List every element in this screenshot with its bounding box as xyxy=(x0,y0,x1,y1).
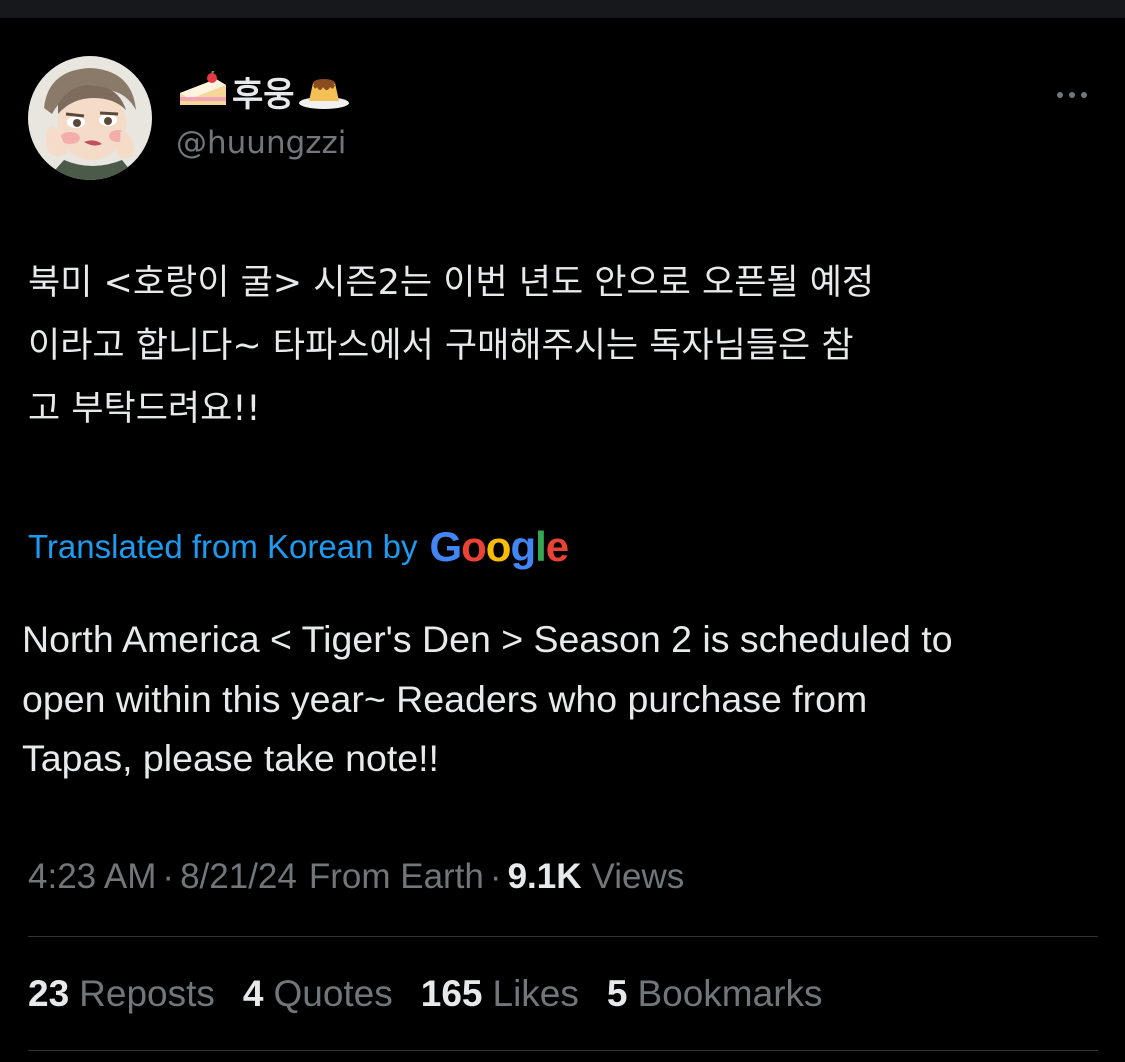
google-logo-letter: l xyxy=(535,523,547,570)
reposts-count: 23 xyxy=(28,973,70,1014)
translated-text: North America < Tiger's Den > Season 2 i… xyxy=(22,610,1102,789)
divider xyxy=(28,1050,1098,1051)
cake-slice-icon xyxy=(176,71,230,111)
google-logo-letter: g xyxy=(510,523,536,570)
views-count[interactable]: 9.1K xyxy=(508,857,582,897)
tweet-text-line: 고 부탁드려요!! xyxy=(28,389,261,429)
translated-text-line: North America < Tiger's Den > Season 2 i… xyxy=(22,618,953,660)
translation-attribution-link[interactable]: Translated from Korean by Google xyxy=(28,520,569,574)
meta-separator: · xyxy=(162,857,175,896)
more-dot-icon xyxy=(1069,92,1075,98)
google-logo: Google xyxy=(429,523,569,571)
reposts-label: Reposts xyxy=(79,973,215,1014)
tweet-meta: 4:23 AM · 8/21/24 From Earth · 9.1K View… xyxy=(28,852,684,902)
top-strip xyxy=(0,0,1125,18)
quotes-label: Quotes xyxy=(273,973,393,1014)
meta-separator: · xyxy=(489,857,502,896)
views-label: Views xyxy=(591,857,685,896)
likes-stat[interactable]: 165 Likes xyxy=(421,973,579,1015)
quotes-stat[interactable]: 4 Quotes xyxy=(243,973,393,1015)
divider xyxy=(28,936,1098,937)
likes-label: Likes xyxy=(492,973,579,1014)
google-logo-letter: e xyxy=(545,523,569,570)
tweet-time[interactable]: 4:23 AM xyxy=(28,857,156,897)
more-dot-icon xyxy=(1081,92,1087,98)
bookmarks-count: 5 xyxy=(606,973,628,1014)
translated-text-line: open within this year~ Readers who purch… xyxy=(22,677,868,720)
likes-count: 165 xyxy=(420,973,483,1014)
more-dot-icon xyxy=(1057,92,1063,98)
more-options-button[interactable] xyxy=(1044,78,1100,112)
google-logo-letter: o xyxy=(461,523,487,570)
pudding-icon xyxy=(297,71,351,111)
avatar-illustration xyxy=(28,56,152,180)
translated-from-label: Translated from Korean by xyxy=(28,528,418,565)
translated-text-line: Tapas, please take note!! xyxy=(22,737,439,779)
google-logo-letter: o xyxy=(485,523,512,570)
tweet-text-line: 북미 <호랑이 굴> 시즌2는 이번 년도 안으로 오픈될 예정 xyxy=(28,263,875,303)
display-name[interactable]: 후웅 xyxy=(176,66,351,116)
reposts-stat[interactable]: 23 Reposts xyxy=(28,973,215,1015)
tweet-date[interactable]: 8/21/24 xyxy=(180,857,297,897)
tweet-text: 북미 <호랑이 굴> 시즌2는 이번 년도 안으로 오픈될 예정 이라고 합니다… xyxy=(28,252,1098,441)
tweet-source: From Earth xyxy=(308,857,484,896)
engagement-stats: 23 Reposts 4 Quotes 165 Likes 5 Bookmark… xyxy=(28,966,851,1022)
quotes-count: 4 xyxy=(242,973,264,1014)
bookmarks-stat[interactable]: 5 Bookmarks xyxy=(607,973,823,1015)
bookmarks-label: Bookmarks xyxy=(637,973,823,1014)
user-handle[interactable]: @huungzzi xyxy=(176,125,346,161)
display-name-text: 후웅 xyxy=(232,74,295,115)
tweet-text-line: 이라고 합니다~ 타파스에서 구매해주시는 독자님들은 참 xyxy=(28,326,854,366)
google-logo-letter: G xyxy=(429,523,462,570)
avatar[interactable] xyxy=(28,56,152,180)
